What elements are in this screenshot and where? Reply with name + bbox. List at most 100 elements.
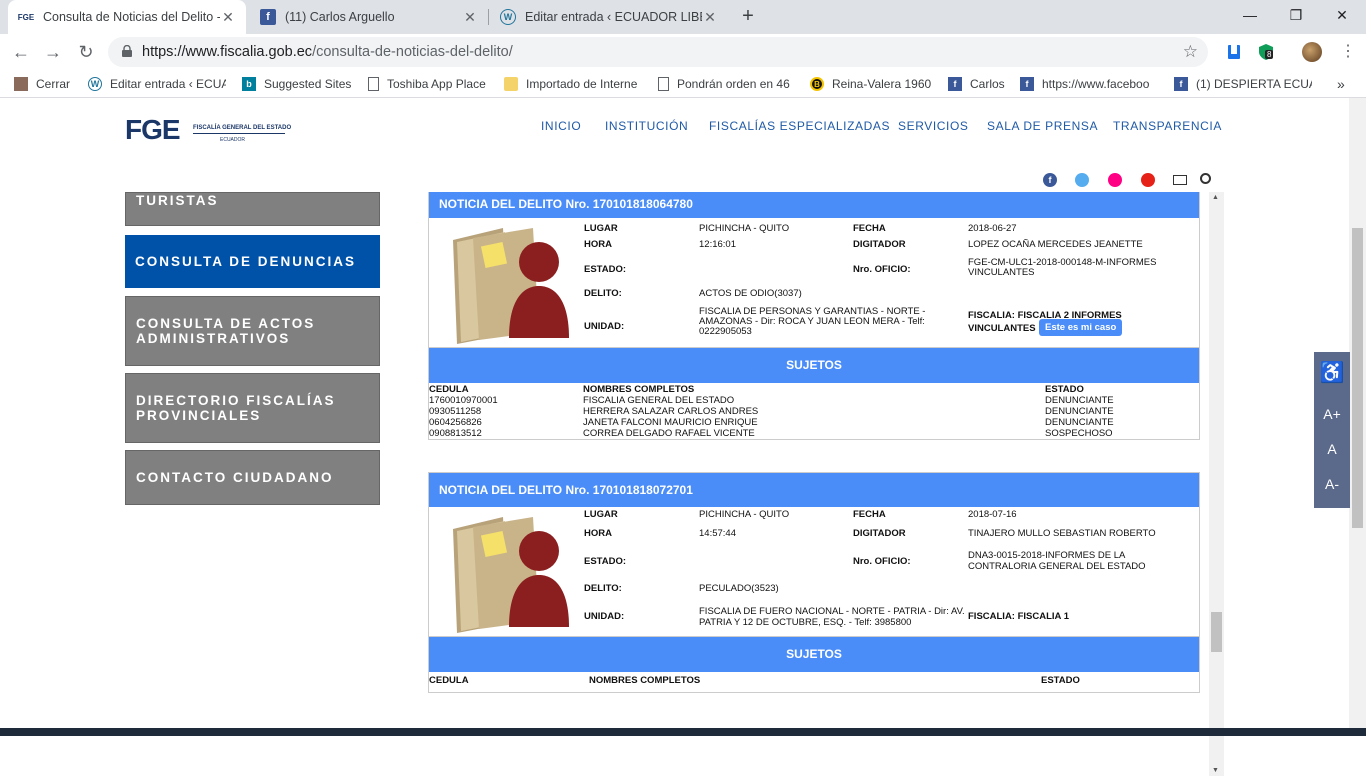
tab-facebook[interactable]: f (11) Carlos Arguello ✕ — [250, 0, 488, 34]
cell-estado: DENUNCIANTE — [1045, 417, 1114, 428]
nav-servicios[interactable]: SERVICIOS — [898, 119, 969, 133]
close-icon[interactable]: ✕ — [462, 9, 478, 26]
bookmark-item[interactable]: Cerrar — [14, 75, 76, 93]
label-oficio: Nro. OFICIO: — [853, 264, 911, 275]
value-digitador: LOPEZ OCAÑA MERCEDES JEANETTE — [968, 239, 1143, 250]
cell-estado: SOSPECHOSO — [1045, 428, 1113, 439]
profile-avatar[interactable] — [1302, 42, 1322, 62]
value-hora: 12:16:01 — [699, 239, 736, 250]
facebook-icon: f — [948, 77, 962, 91]
tab-title: Consulta de Noticias del Delito - — [43, 10, 220, 24]
value-delito: ACTOS DE ODIO(3037) — [699, 288, 802, 299]
twitter-icon[interactable] — [1075, 173, 1089, 187]
bookmark-item[interactable]: W Editar entrada ‹ ECUA — [88, 75, 226, 93]
font-normal-button[interactable]: A — [1314, 441, 1350, 457]
bookmark-item[interactable]: Toshiba App Place — [368, 75, 492, 93]
scroll-down-icon[interactable]: ▼ — [1212, 767, 1219, 774]
label-digitador: DIGITADOR — [853, 239, 906, 250]
nav-institucion[interactable]: INSTITUCIÓN — [605, 119, 688, 133]
label-estado: ESTADO: — [584, 264, 627, 275]
menu-consulta-denuncias[interactable]: CONSULTA DE DENUNCIAS — [125, 235, 380, 288]
bookmark-label: Reina-Valera 1960 — [832, 77, 932, 91]
nav-sala-de-prensa[interactable]: SALA DE PRENSA — [987, 119, 1098, 133]
new-tab-button[interactable]: + — [737, 5, 759, 27]
nav-inicio[interactable]: INICIO — [541, 119, 581, 133]
more-bookmarks-button[interactable]: » — [1337, 75, 1351, 93]
search-icon[interactable] — [1200, 173, 1211, 184]
este-es-mi-caso-button[interactable]: Este es mi caso — [1039, 319, 1123, 336]
bookmark-extension-icon[interactable] — [1224, 42, 1244, 62]
minimize-button[interactable]: — — [1227, 0, 1273, 30]
bookmark-star-icon[interactable]: ☆ — [1183, 42, 1198, 62]
facebook-icon[interactable]: f — [1043, 173, 1057, 187]
address-bar[interactable]: https://www.fiscalia.gob.ec/consulta-de-… — [108, 37, 1208, 67]
case-card: NOTICIA DEL DELITO Nro. 170101818072701 … — [428, 472, 1200, 693]
tab-fiscalia[interactable]: FGE Consulta de Noticias del Delito - ✕ — [8, 0, 246, 34]
value-delito: PECULADO(3523) — [699, 583, 779, 594]
bookmark-label: Pondrán orden en 46 — [677, 77, 790, 91]
scrollbar-thumb[interactable] — [1352, 228, 1363, 528]
menu-label: CONSULTA DE DENUNCIAS — [135, 254, 357, 269]
bookmark-label: Toshiba App Place — [387, 77, 486, 91]
value-hora: 14:57:44 — [699, 528, 736, 539]
value-oficio: DNA3-0015-2018-INFORMES DE LA CONTRALORI… — [968, 550, 1146, 572]
cell-nombre: CORREA DELGADO RAFAEL VICENTE — [583, 428, 755, 439]
case-header: NOTICIA DEL DELITO Nro. 170101818064780 — [429, 192, 1199, 218]
menu-consulta-actos[interactable]: CONSULTA DE ACTOS ADMINISTRATIVOS — [125, 296, 380, 366]
reload-button[interactable]: ↻ — [74, 40, 98, 64]
browser-toolbar: ← → ↻ https://www.fiscalia.gob.ec/consul… — [0, 34, 1366, 70]
wordpress-icon: W — [88, 77, 102, 91]
menu-icon[interactable]: ⋮ — [1338, 42, 1358, 62]
col-estado: ESTADO — [1041, 675, 1080, 686]
url-path: /consulta-de-noticias-del-delito/ — [312, 44, 513, 60]
bookmark-item[interactable]: b Suggested Sites — [242, 75, 354, 93]
site-logo[interactable]: FGE FISCALÍA GENERAL DEL ESTADO ECUADOR — [125, 116, 291, 144]
col-cedula: CEDULA — [429, 384, 469, 395]
menu-label: TURISTAS — [136, 193, 219, 208]
mail-icon[interactable] — [1173, 175, 1187, 185]
accessibility-icon[interactable]: ♿ — [1314, 360, 1350, 385]
bookmark-item[interactable]: f https://www.faceboo — [1020, 75, 1160, 93]
bookmark-label: (1) DESPIERTA ECUAD — [1196, 77, 1312, 91]
close-icon[interactable]: ✕ — [220, 9, 236, 26]
back-button[interactable]: ← — [9, 40, 33, 64]
extension-badge: 8 — [1265, 50, 1274, 59]
menu-turistas[interactable]: TURISTAS — [125, 192, 380, 226]
cell-nombre: JANETA FALCONI MAURICIO ENRIQUE — [583, 417, 758, 428]
label-hora: HORA — [584, 239, 612, 250]
wordpress-icon: W — [500, 9, 516, 25]
menu-directorio-fiscalias[interactable]: DIRECTORIO FISCALÍAS PROVINCIALES — [125, 373, 380, 443]
restore-button[interactable]: ❐ — [1273, 0, 1319, 30]
scroll-up-icon[interactable]: ▲ — [1212, 194, 1219, 201]
forward-button[interactable]: → — [41, 40, 65, 64]
nav-fiscalias-especializadas[interactable]: FISCALÍAS ESPECIALIZADAS — [709, 119, 890, 133]
menu-contacto-ciudadano[interactable]: CONTACTO CIUDADANO — [125, 450, 380, 505]
bookmark-item[interactable]: Importado de Interne — [504, 75, 640, 93]
value-lugar: PICHINCHA - QUITO — [699, 223, 790, 234]
font-increase-button[interactable]: A+ — [1314, 406, 1350, 422]
cell-estado: DENUNCIANTE — [1045, 406, 1114, 417]
value-fiscalia: FISCALIA: FISCALIA 1 — [968, 611, 1069, 622]
close-window-button[interactable]: ✕ — [1319, 0, 1365, 30]
youtube-icon[interactable] — [1141, 173, 1155, 187]
bookmark-item[interactable]: f (1) DESPIERTA ECUAD — [1174, 75, 1312, 93]
page-scrollbar[interactable] — [1349, 98, 1366, 728]
accessibility-panel: ♿ A+ A A- — [1314, 352, 1350, 508]
results-scrollbar[interactable]: ▲ ▼ — [1209, 192, 1224, 776]
cell-cedula: 0908813512 — [429, 428, 482, 439]
scrollbar-thumb[interactable] — [1211, 612, 1222, 652]
bookmark-item[interactable]: Pondrán orden en 46 — [658, 75, 792, 93]
label-oficio: Nro. OFICIO: — [853, 556, 911, 567]
tab-wordpress[interactable]: W Editar entrada ‹ ECUADOR LIBERT ✕ — [490, 0, 728, 34]
logo-divider — [193, 133, 285, 134]
font-decrease-button[interactable]: A- — [1314, 476, 1350, 492]
shield-extension-icon[interactable]: 8 — [1256, 42, 1276, 62]
menu-label: CONSULTA DE ACTOS ADMINISTRATIVOS — [136, 316, 316, 346]
label-fecha: FECHA — [853, 509, 886, 520]
flickr-icon[interactable] — [1108, 173, 1122, 187]
bookmark-item[interactable]: f Carlos — [948, 75, 1008, 93]
nav-transparencia[interactable]: TRANSPARENCIA — [1113, 119, 1222, 133]
close-icon[interactable]: ✕ — [702, 9, 718, 26]
label-hora: HORA — [584, 528, 612, 539]
bookmark-item[interactable]: B Reina-Valera 1960 — [810, 75, 934, 93]
